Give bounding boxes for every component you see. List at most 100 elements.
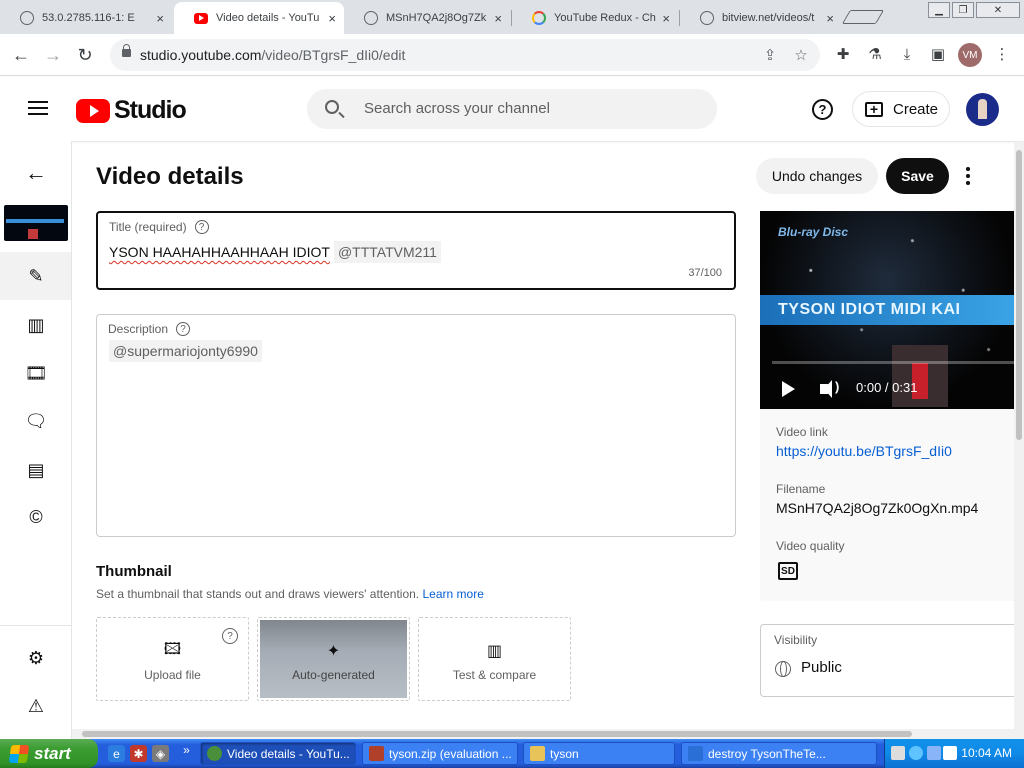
sidebar-item-details-pencil-icon[interactable]: ✎ bbox=[24, 264, 48, 288]
video-quality-label: Video quality bbox=[776, 539, 845, 553]
profile-avatar[interactable]: VM bbox=[958, 43, 982, 67]
visibility-label: Visibility bbox=[774, 633, 818, 647]
taskbar-item[interactable]: tyson bbox=[523, 742, 675, 765]
player-time: 0:00 / 0:31 bbox=[856, 380, 918, 395]
minimize-button[interactable]: ▁ bbox=[928, 2, 950, 18]
bar-chart-icon: ▥ bbox=[486, 643, 503, 660]
browser-tab-1[interactable]: 53.0.2785.116-1: E × bbox=[0, 2, 172, 34]
browser-tab-3[interactable]: MSnH7QA2j8Og7Zk × bbox=[344, 2, 510, 34]
side-panel-icon[interactable]: ▣ bbox=[927, 43, 949, 65]
auto-generated-label: Auto-generated bbox=[292, 668, 375, 682]
youtube-logo-icon bbox=[76, 98, 110, 123]
close-tab-icon[interactable]: × bbox=[662, 11, 670, 26]
title-input[interactable]: YSON HAAHAHHAAHHAAH IDIOT @TTTATVM211 bbox=[109, 241, 441, 263]
browser-tab-active[interactable]: Video details - YouTu × bbox=[174, 2, 344, 34]
monitor-icon[interactable] bbox=[927, 746, 941, 760]
back-arrow-icon[interactable]: ← bbox=[8, 42, 34, 68]
archive-icon bbox=[369, 746, 384, 761]
upload-file-label: Upload file bbox=[144, 668, 201, 682]
extensions-puzzle-icon[interactable]: ✚ bbox=[832, 43, 854, 65]
ie-quicklaunch-icon[interactable]: e bbox=[108, 745, 125, 762]
undo-changes-button[interactable]: Undo changes bbox=[756, 158, 878, 194]
settings-gear-icon[interactable]: ⚙ bbox=[24, 646, 48, 670]
close-tab-icon[interactable]: × bbox=[156, 11, 164, 26]
new-tab-button[interactable] bbox=[841, 10, 885, 24]
upload-thumbnail-button[interactable]: ? 🖾 Upload file bbox=[96, 617, 249, 701]
taskbar-item[interactable]: destroy TysonTheTe... bbox=[681, 742, 877, 765]
create-video-icon: + bbox=[865, 101, 883, 117]
start-button[interactable]: start bbox=[0, 739, 98, 768]
channel-avatar[interactable] bbox=[966, 93, 999, 126]
tab-title: YouTube Redux - Ch bbox=[554, 12, 656, 24]
search-placeholder: Search across your channel bbox=[364, 100, 550, 117]
browser-tab-4[interactable]: YouTube Redux - Ch × bbox=[512, 2, 678, 34]
globe-icon bbox=[364, 11, 378, 25]
sidebar-item-subtitles-icon[interactable]: ▤ bbox=[24, 458, 48, 482]
video-player[interactable]: Blu-ray Disc TYSON IDIOT MIDI KAI 0:00 /… bbox=[760, 211, 1014, 409]
more-options-icon[interactable] bbox=[958, 164, 978, 188]
title-char-counter: 37/100 bbox=[688, 267, 722, 279]
help-icon[interactable]: ? bbox=[812, 99, 833, 120]
share-icon[interactable]: ⇪ bbox=[760, 45, 780, 65]
title-mention-chip[interactable]: @TTTATVM211 bbox=[333, 241, 441, 263]
globe-icon bbox=[700, 11, 714, 25]
taskbar-item[interactable]: Video details - YouTu... bbox=[200, 742, 356, 765]
globe-icon bbox=[20, 11, 34, 25]
volume-icon[interactable] bbox=[820, 379, 839, 398]
back-arrow-icon[interactable]: ← bbox=[24, 160, 48, 185]
video-link[interactable]: https://youtu.be/BTgrsF_dIi0 bbox=[776, 443, 952, 459]
lab-flask-icon[interactable]: ⚗ bbox=[864, 43, 886, 65]
sidebar-item-comments-icon[interactable]: 🗨 bbox=[24, 409, 48, 433]
search-icon bbox=[325, 100, 339, 114]
create-label: Create bbox=[893, 100, 939, 118]
sidebar-item-copyright-icon[interactable]: © bbox=[24, 505, 48, 529]
vertical-scrollbar[interactable] bbox=[1014, 142, 1024, 739]
player-progress-bar[interactable] bbox=[772, 361, 1014, 364]
forward-arrow-icon[interactable]: → bbox=[40, 42, 66, 68]
help-question-icon[interactable]: ? bbox=[222, 628, 238, 644]
app-quicklaunch-icon[interactable]: ✱ bbox=[130, 745, 147, 762]
address-bar[interactable]: studio.youtube.com/video/BTgrsF_dIi0/edi… bbox=[110, 39, 820, 71]
help-question-icon[interactable]: ? bbox=[176, 322, 191, 336]
channel-search-input[interactable]: Search across your channel bbox=[307, 89, 717, 129]
help-question-icon[interactable]: ? bbox=[194, 220, 209, 234]
browser-menu-icon[interactable]: ⋮ bbox=[991, 43, 1013, 65]
learn-more-link[interactable]: Learn more bbox=[423, 587, 484, 601]
download-icon[interactable]: ⤓ bbox=[896, 43, 918, 65]
description-input[interactable]: @supermariojonty6990 bbox=[109, 340, 262, 362]
bookmark-star-icon[interactable]: ☆ bbox=[791, 45, 811, 65]
play-icon[interactable] bbox=[782, 381, 795, 397]
network-icon[interactable] bbox=[909, 746, 923, 760]
auto-generated-thumbnail-button[interactable]: ✦ Auto-generated bbox=[257, 617, 410, 701]
restore-button[interactable]: ❐ bbox=[952, 2, 974, 18]
close-tab-icon[interactable]: × bbox=[494, 11, 502, 26]
description-mention-chip[interactable]: @supermariojonty6990 bbox=[109, 340, 262, 362]
close-tab-icon[interactable]: × bbox=[328, 11, 336, 26]
redux-icon bbox=[532, 11, 546, 25]
sidebar-item-analytics-icon[interactable]: ▥ bbox=[24, 313, 48, 337]
send-feedback-icon[interactable]: ⚠ bbox=[24, 694, 48, 718]
hamburger-menu-icon[interactable] bbox=[28, 101, 48, 115]
horizontal-scrollbar[interactable] bbox=[72, 729, 1014, 739]
close-tab-icon[interactable]: × bbox=[826, 11, 834, 26]
video-thumbnail-mini[interactable] bbox=[4, 205, 68, 241]
cube-quicklaunch-icon[interactable]: ◈ bbox=[152, 745, 169, 762]
test-compare-button[interactable]: ▥ Test & compare bbox=[418, 617, 571, 701]
volume-tray-icon[interactable] bbox=[943, 746, 957, 760]
quicklaunch-chevron-icon[interactable]: » bbox=[178, 741, 195, 758]
keyboard-icon[interactable] bbox=[891, 746, 905, 760]
filename-value: MSnH7QA2j8Og7Zk0OgXn.mp4 bbox=[776, 500, 979, 516]
reload-icon[interactable]: ↻ bbox=[72, 42, 98, 68]
sidebar-item-editor-film-icon[interactable]: 🎞 bbox=[24, 361, 48, 385]
visibility-dropdown[interactable]: Visibility Public bbox=[760, 624, 1014, 697]
studio-logo[interactable]: Studio bbox=[76, 96, 187, 125]
browser-tab-5[interactable]: bitview.net/videos/t × bbox=[680, 2, 842, 34]
close-window-button[interactable]: ✕ bbox=[976, 2, 1020, 18]
create-button[interactable]: + Create bbox=[852, 91, 950, 127]
tab-title: 53.0.2785.116-1: E bbox=[42, 12, 135, 24]
save-button[interactable]: Save bbox=[886, 158, 949, 194]
title-field[interactable]: Title (required) ? YSON HAAHAHHAAHHAAH I… bbox=[96, 211, 736, 290]
taskbar-item[interactable]: tyson.zip (evaluation ... bbox=[362, 742, 518, 765]
description-field[interactable]: Description ? @supermariojonty6990 bbox=[96, 314, 736, 537]
title-text: YSON HAAHAHHAAHHAAH IDIOT bbox=[109, 244, 330, 260]
